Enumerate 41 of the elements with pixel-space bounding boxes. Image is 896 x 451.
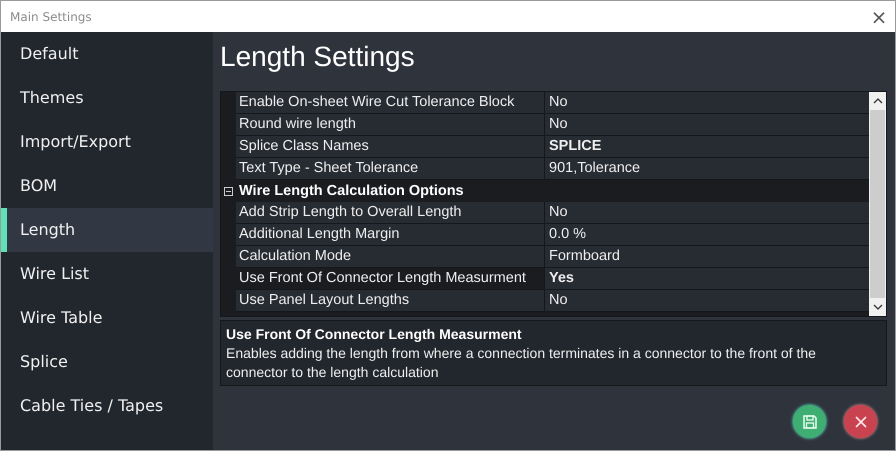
property-value[interactable]: Yes — [545, 268, 869, 290]
sidebar-item[interactable]: Wire List — [1, 252, 213, 296]
window-title: Main Settings — [10, 10, 92, 24]
close-icon — [854, 414, 868, 428]
property-value[interactable]: No — [545, 114, 869, 136]
cancel-button[interactable] — [844, 405, 877, 438]
property-name[interactable]: Round wire length — [236, 114, 545, 136]
page-heading: Length Settings — [220, 40, 416, 74]
sidebar-item[interactable]: BOM — [1, 164, 213, 208]
description-title: Use Front Of Connector Length Measurment — [226, 325, 523, 344]
property-name[interactable]: Calculation Mode — [236, 246, 545, 268]
close-button[interactable]: × — [863, 1, 895, 32]
property-name[interactable]: Enable On-sheet Wire Cut Tolerance Block — [236, 92, 545, 114]
save-button[interactable] — [793, 405, 826, 438]
property-value[interactable]: No — [545, 92, 869, 114]
scroll-thumb[interactable] — [870, 110, 885, 298]
property-value[interactable]: Formboard — [545, 246, 869, 268]
sidebar-item[interactable]: Splice — [1, 340, 213, 384]
sidebar-item[interactable]: Default — [1, 32, 213, 76]
sidebar-item[interactable]: Themes — [1, 76, 213, 120]
scroll-up-icon[interactable] — [872, 97, 882, 104]
sidebar-item[interactable]: Cable Ties / Tapes — [1, 384, 213, 428]
description-text: Enables adding the length from where a connection terminates in a connector to the front of the connector to the length calculation — [226, 344, 817, 382]
collapse-icon[interactable] — [224, 186, 233, 196]
scrollbar[interactable] — [869, 92, 886, 316]
property-name[interactable]: Splice Class Names — [236, 136, 545, 158]
property-name[interactable]: Add Strip Length to Overall Length — [236, 202, 545, 224]
property-name[interactable]: Additional Length Margin — [236, 224, 545, 246]
sidebar-item[interactable]: Import/Export — [1, 120, 213, 164]
sidebar-item[interactable]: Wire Table — [1, 296, 213, 340]
property-name[interactable]: Use Panel Layout Lengths — [236, 290, 545, 312]
property-name[interactable]: Text Type - Sheet Tolerance — [236, 158, 545, 180]
property-value[interactable]: SPLICE — [545, 136, 869, 158]
sidebar-item[interactable]: Length — [1, 208, 213, 252]
property-value[interactable]: No — [545, 202, 869, 224]
scroll-down-icon[interactable] — [872, 304, 882, 311]
property-value[interactable]: 901,Tolerance — [545, 158, 869, 180]
category-label: Wire Length Calculation Options — [238, 182, 464, 201]
property-name[interactable]: Use Front Of Connector Length Measurment — [236, 268, 545, 290]
property-value[interactable]: 0.0 % — [545, 224, 869, 246]
property-value[interactable]: No — [545, 290, 869, 312]
